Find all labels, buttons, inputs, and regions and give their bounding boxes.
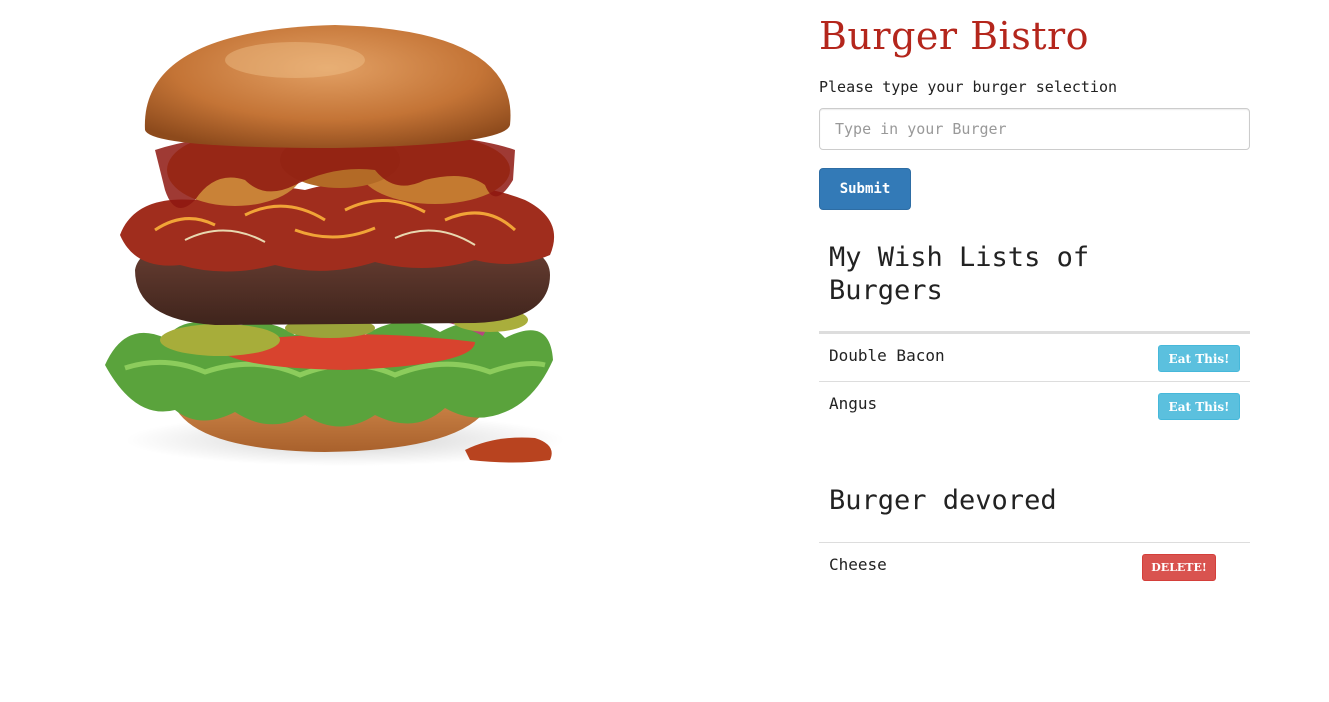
eat-this-button[interactable]: Eat This! <box>1158 393 1240 420</box>
delete-button[interactable]: DELETE! <box>1142 554 1216 581</box>
devoured-title: Burger devored <box>829 485 1057 516</box>
burger-name: Angus <box>829 394 878 413</box>
submit-button[interactable]: Submit <box>819 168 911 210</box>
burger-input[interactable] <box>819 108 1250 150</box>
burger-hero-image <box>95 20 565 470</box>
eat-this-button[interactable]: Eat This! <box>1158 345 1240 372</box>
table-row: Double Bacon Eat This! <box>819 333 1250 381</box>
burger-name: Double Bacon <box>829 346 945 365</box>
burger-name: Cheese <box>829 555 887 574</box>
app-title: Burger Bistro <box>819 14 1090 58</box>
wishlist-table: Double Bacon Eat This! Angus Eat This! <box>819 331 1250 429</box>
table-row: Angus Eat This! <box>819 381 1250 429</box>
wishlist-title: My Wish Lists of Burgers <box>829 242 1090 306</box>
table-row: Cheese DELETE! <box>819 542 1250 590</box>
input-prompt-label: Please type your burger selection <box>819 78 1118 96</box>
devoured-table: Cheese DELETE! <box>819 542 1250 590</box>
